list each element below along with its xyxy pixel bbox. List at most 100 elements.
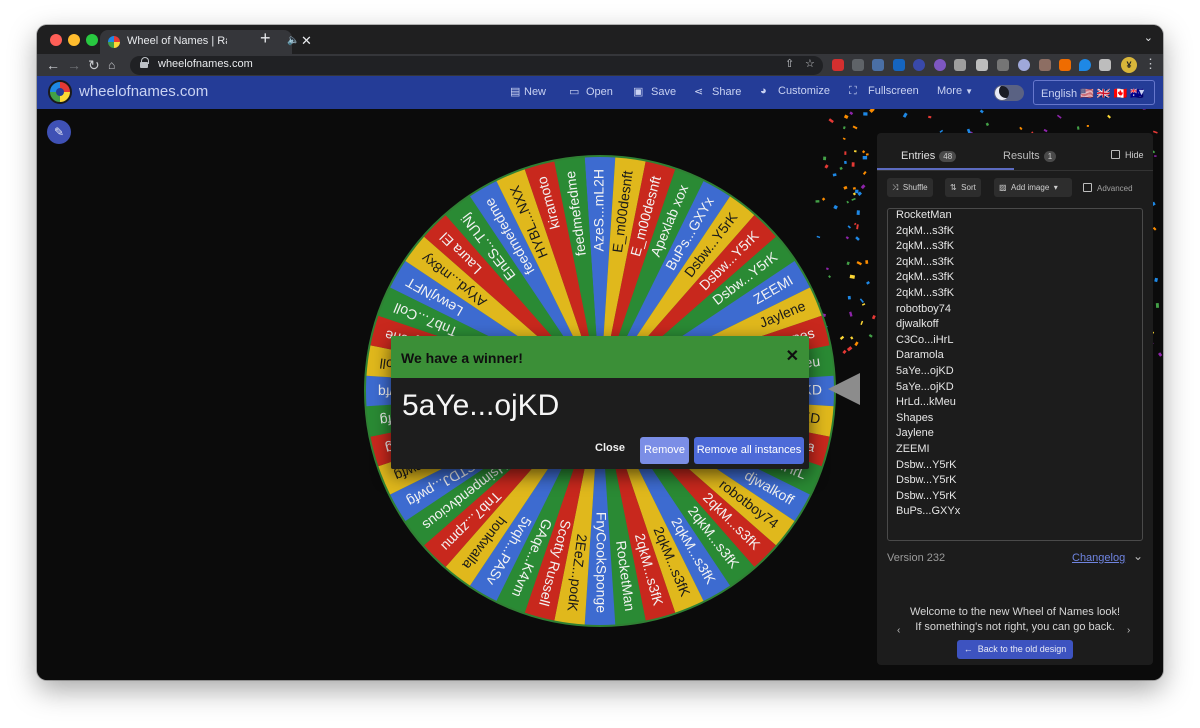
profile-avatar[interactable]: ¥ [1121, 57, 1137, 73]
remove-button[interactable]: Remove [640, 437, 689, 464]
entry-item[interactable]: ZEEMI [896, 443, 930, 455]
chevron-down-icon[interactable]: ⌄ [1133, 549, 1143, 563]
results-count-badge: 1 [1043, 151, 1057, 162]
confetti-piece [1155, 302, 1160, 308]
fullscreen-icon: ⛶ [849, 85, 857, 97]
tab-entries[interactable]: Entries 48 [901, 150, 957, 162]
close-icon[interactable]: ✕ [786, 346, 799, 366]
brand-name[interactable]: wheelofnames.com [79, 83, 208, 100]
entry-item[interactable]: Daramola [896, 349, 944, 361]
advanced-checkbox[interactable]: Advanced [1083, 183, 1133, 193]
extension-red-icon[interactable] [832, 59, 844, 71]
zoom-window-button[interactable] [86, 34, 98, 46]
confetti-piece [928, 115, 932, 119]
new-tab-button[interactable]: + [260, 28, 271, 48]
confetti-piece [846, 346, 853, 352]
dark-mode-toggle[interactable] [994, 85, 1024, 101]
entry-item[interactable]: Dsbw...Y5rK [896, 459, 957, 471]
chevron-right-icon[interactable]: › [1127, 625, 1130, 636]
entry-item[interactable]: BuPs...GXYx [896, 505, 960, 517]
changelog-link[interactable]: Changelog [1072, 552, 1125, 564]
share-page-icon[interactable]: ⇧ [785, 57, 794, 70]
back-icon[interactable]: ← [46, 56, 60, 74]
sort-button[interactable]: ⇅ Sort [945, 178, 981, 197]
drop-icon[interactable] [1079, 59, 1091, 71]
entries-panel: Entries 48 Results 1 Hide ⤨ Shuffle ⇅ Sort… [877, 133, 1153, 665]
close-window-button[interactable] [50, 34, 62, 46]
open-button[interactable]: ▭ Open [569, 85, 613, 98]
hide-checkbox[interactable]: Hide [1111, 150, 1144, 160]
tab-close-button[interactable]: ✕ [301, 33, 312, 49]
edit-pencil-button[interactable]: ✎ [47, 120, 71, 144]
version-label: Version 232 [887, 552, 946, 564]
confetti-piece [853, 222, 857, 226]
extension-bird-icon[interactable] [954, 59, 966, 71]
entry-item[interactable]: RocketMan [896, 209, 952, 221]
entry-item[interactable]: Shapes [896, 412, 933, 424]
confetti-piece [851, 197, 856, 201]
bookmark-star-icon[interactable]: ☆ [805, 57, 815, 70]
customize-button[interactable]: ◕ Customize [760, 85, 830, 97]
close-button[interactable]: Close [595, 442, 625, 454]
confetti-piece [871, 314, 876, 320]
add-image-button[interactable]: ▨ Add image ▾ [994, 178, 1072, 197]
entry-item[interactable]: djwalkoff [896, 318, 939, 330]
language-select[interactable]: English 🇺🇸 🇬🇧 🇨🇦 🇦🇺 ▼ [1033, 80, 1155, 105]
fullscreen-button[interactable]: ⛶ Fullscreen [849, 85, 919, 98]
home-icon[interactable]: ⌂ [108, 56, 115, 74]
extension-pen-icon[interactable] [852, 59, 864, 71]
remove-all-instances-button[interactable]: Remove all instances [694, 437, 804, 464]
chevron-left-icon[interactable]: ‹ [897, 625, 900, 636]
extension-purple-icon[interactable] [934, 59, 946, 71]
metamask-icon[interactable] [1059, 59, 1071, 71]
tab-strip: Wheel of Names | Random 🔈 ✕ + ⌄ [37, 25, 1163, 54]
confetti-piece [861, 303, 866, 306]
wheel-favicon-icon [108, 36, 120, 48]
entries-textbox[interactable]: RocketMan 2qkM...s3fK 2qkM...s3fK 2qkM...s3… [887, 208, 1143, 541]
shuffle-button[interactable]: ⤨ Shuffle [887, 178, 933, 197]
extension-blue-icon[interactable] [893, 59, 905, 71]
entry-item[interactable]: robotboy74 [896, 303, 951, 315]
back-to-old-design-button[interactable]: ← Back to the old design [957, 640, 1073, 659]
tab-search-chevron-icon[interactable]: ⌄ [1144, 31, 1153, 44]
extension-list-icon[interactable] [997, 59, 1009, 71]
new-button[interactable]: ▤ New [510, 85, 546, 98]
minimize-window-button[interactable] [68, 34, 80, 46]
camera-icon[interactable] [976, 59, 988, 71]
lock-icon[interactable] [140, 57, 149, 69]
entry-item[interactable]: Dsbw...Y5rK [896, 490, 957, 502]
entry-item[interactable]: C3Co...iHrL [896, 334, 953, 346]
entry-item[interactable]: 2qkM...s3fK [896, 287, 954, 299]
entry-item[interactable]: 2qkM...s3fK [896, 256, 954, 268]
winner-name: 5aYe...ojKD [402, 389, 560, 422]
address-bar[interactable]: wheelofnames.com ⇧ ☆ [130, 56, 823, 75]
confetti-piece [862, 170, 867, 175]
wheel-logo-icon[interactable] [48, 80, 72, 104]
entry-item[interactable]: Dsbw...Y5rK [896, 474, 957, 486]
share-button[interactable]: ⋖ Share [694, 85, 741, 98]
entry-item[interactable]: 2qkM...s3fK [896, 271, 954, 283]
save-button[interactable]: ▣ Save [633, 85, 676, 98]
puzzle-icon[interactable] [1099, 59, 1111, 71]
entry-item[interactable]: 5aYe...ojKD [896, 365, 954, 377]
extension-code-icon[interactable] [872, 59, 884, 71]
url-text[interactable]: wheelofnames.com [158, 58, 253, 70]
winner-dialog: We have a winner! ✕ 5aYe...ojKD Close Re… [391, 336, 809, 469]
entry-item[interactable]: HrLd...kMeu [896, 396, 956, 408]
forward-icon[interactable]: → [67, 56, 81, 74]
tab-divider [877, 170, 1153, 171]
speaker-icon[interactable]: 🔈 [287, 35, 299, 46]
confetti-piece [855, 189, 859, 194]
extension-cloud-icon[interactable] [1018, 59, 1030, 71]
reload-icon[interactable]: ↻ [88, 56, 100, 74]
extension-bear-icon[interactable] [1039, 59, 1051, 71]
main-area: ✎ AzeS...mL2H E_m00desnft E_m00desnft Apexl… [37, 109, 1163, 680]
entry-item[interactable]: 5aYe...ojKD [896, 381, 954, 393]
entry-item[interactable]: Jaylene [896, 427, 934, 439]
tab-results[interactable]: Results 1 [1003, 150, 1057, 162]
entry-item[interactable]: 2qkM...s3fK [896, 240, 954, 252]
browser-menu-icon[interactable]: ⋮ [1144, 56, 1157, 72]
entry-item[interactable]: 2qkM...s3fK [896, 225, 954, 237]
more-button[interactable]: More ▼ [937, 85, 973, 97]
extension-gear-icon[interactable] [913, 59, 925, 71]
